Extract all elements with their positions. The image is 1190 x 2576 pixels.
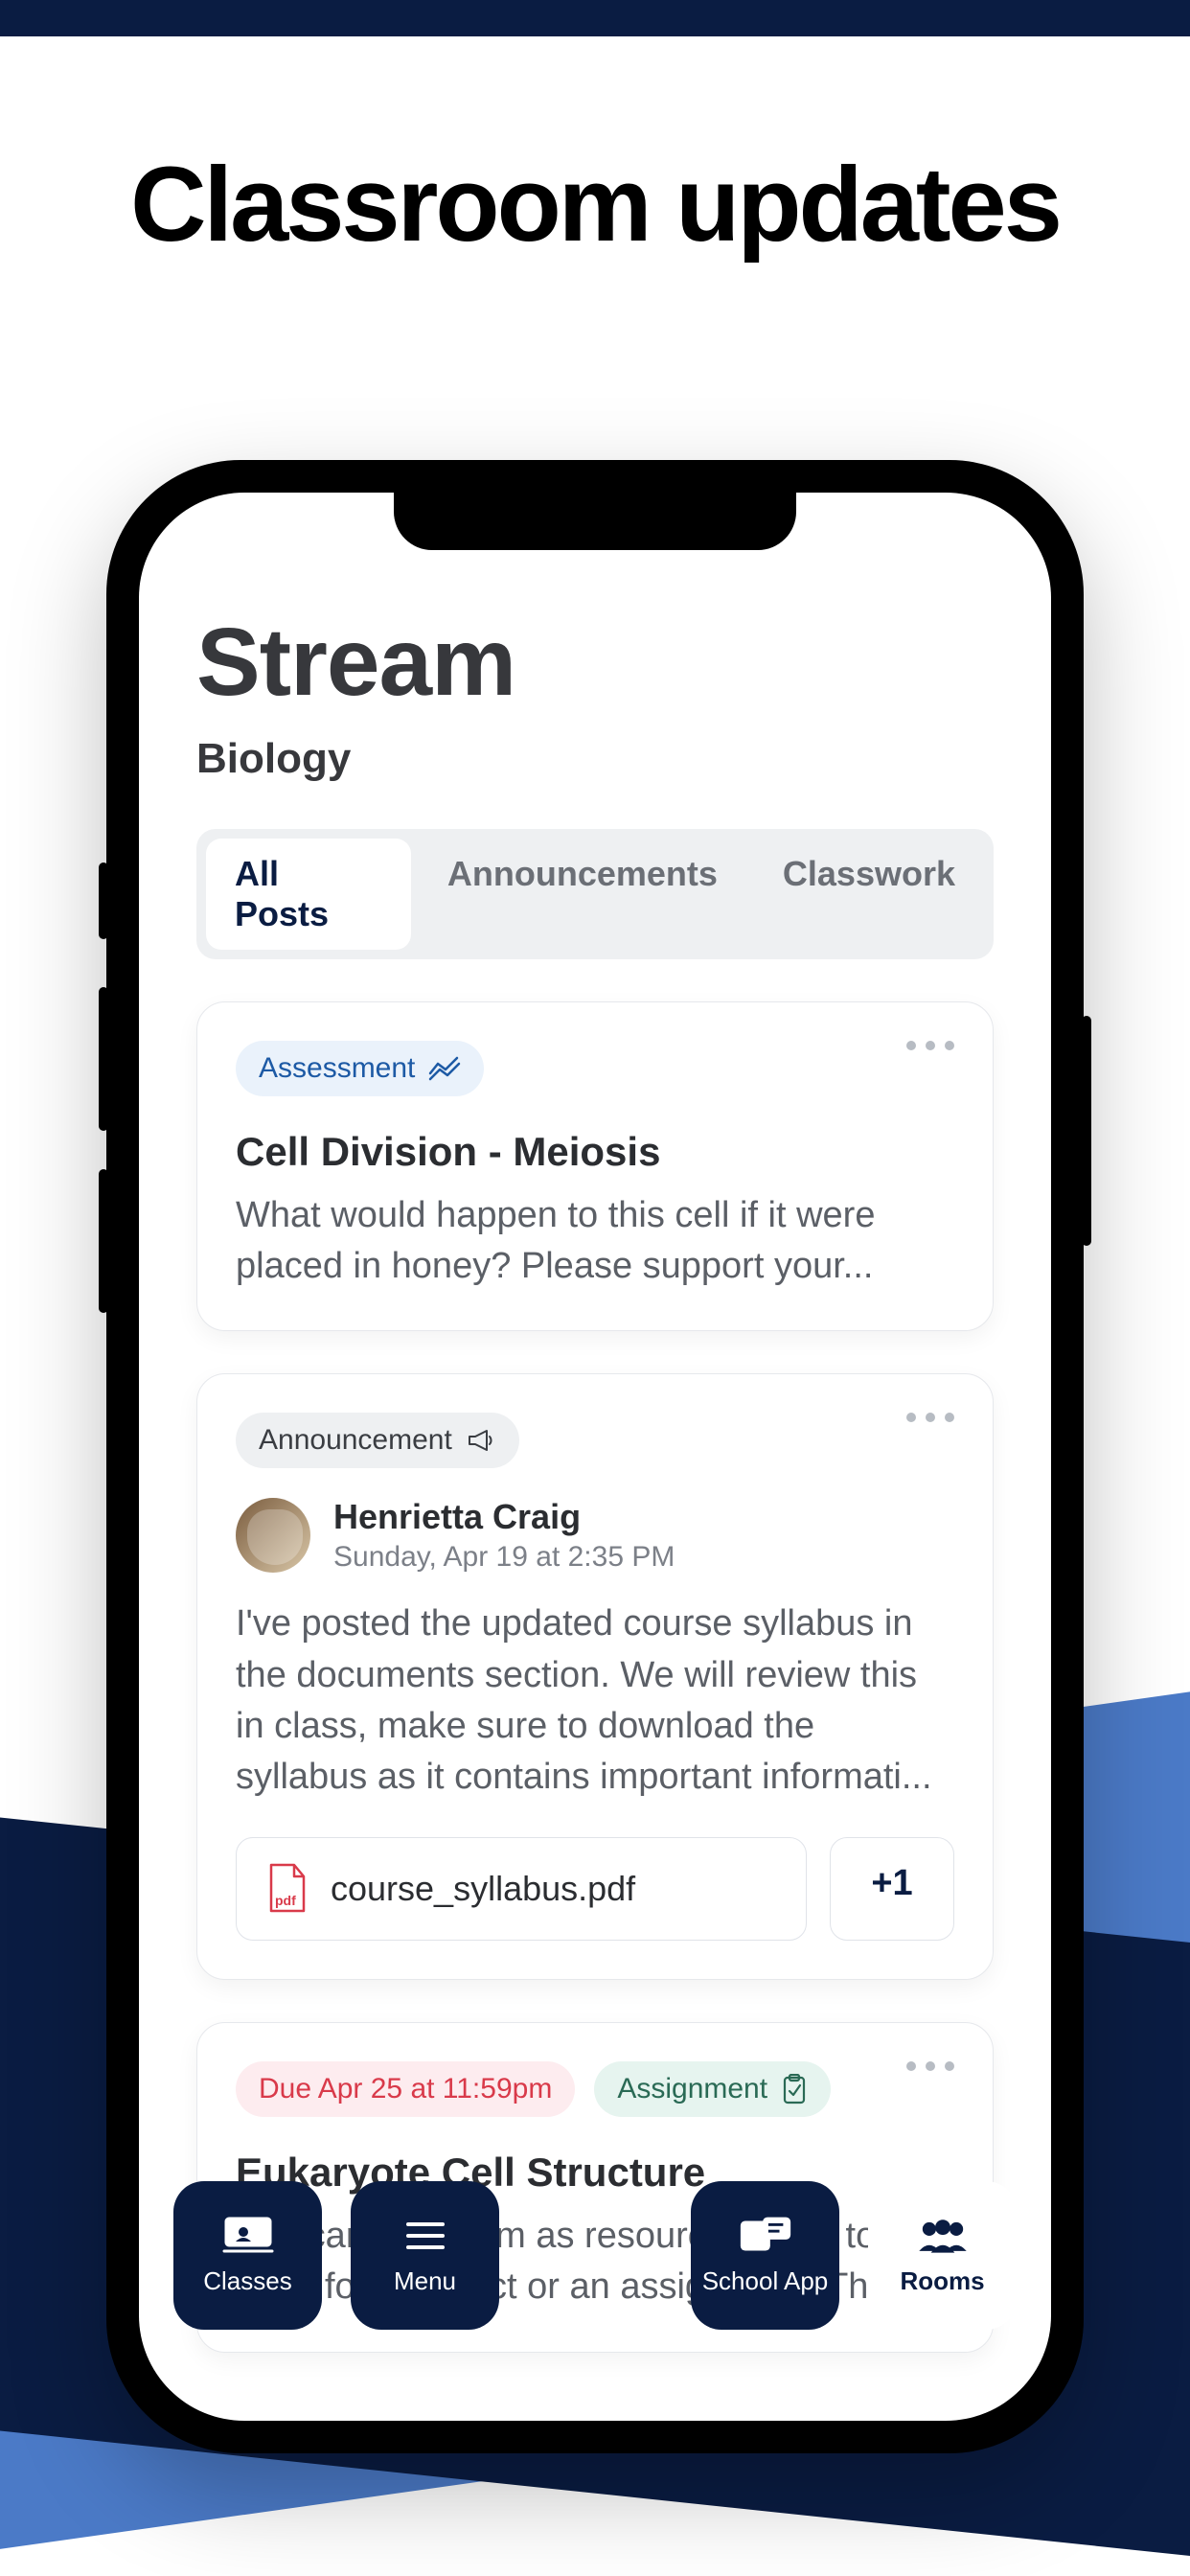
post-more-button[interactable]: [906, 2061, 954, 2071]
promo-top-bar: [0, 0, 1190, 36]
post-body: What would happen to this cell if it wer…: [236, 1190, 954, 1292]
nav-label: Menu: [394, 2266, 456, 2296]
megaphone-icon: [466, 1427, 496, 1454]
page-title: Stream: [196, 608, 994, 718]
classes-icon: [219, 2215, 277, 2257]
author-name: Henrietta Craig: [333, 1497, 675, 1537]
attachment-filename: course_syllabus.pdf: [331, 1869, 635, 1909]
pdf-file-icon: pdf: [265, 1863, 308, 1915]
post-date: Sunday, Apr 19 at 2:35 PM: [333, 1541, 675, 1574]
tab-all-posts[interactable]: All Posts: [206, 839, 411, 950]
tag-announcement: Announcement: [236, 1413, 519, 1468]
school-app-icon: [737, 2215, 794, 2257]
phone-frame: Stream Biology All Posts Announcements C…: [106, 460, 1084, 2453]
due-date-badge: Due Apr 25 at 11:59pm: [236, 2061, 575, 2117]
phone-side-button: [1082, 1016, 1091, 1246]
tag-label: Assessment: [259, 1052, 415, 1085]
post-card-assessment[interactable]: Assessment Cell Division - Meiosis What …: [196, 1001, 994, 1331]
svg-text:pdf: pdf: [275, 1893, 296, 1908]
attachment-file[interactable]: pdf course_syllabus.pdf: [236, 1837, 807, 1941]
phone-side-button: [99, 987, 108, 1131]
tag-assessment: Assessment: [236, 1041, 484, 1096]
screen-content: Stream Biology All Posts Announcements C…: [139, 493, 1051, 2353]
menu-icon: [397, 2215, 454, 2257]
post-more-button[interactable]: [906, 1413, 954, 1422]
post-body: I've posted the updated course syllabus …: [236, 1598, 954, 1803]
phone-side-button: [99, 1169, 108, 1313]
due-date-label: Due Apr 25 at 11:59pm: [259, 2073, 552, 2105]
nav-rooms[interactable]: Rooms: [868, 2181, 1017, 2330]
nav-label: Classes: [203, 2266, 291, 2296]
post-title: Cell Division - Meiosis: [236, 1129, 954, 1175]
attachment-more-button[interactable]: +1: [830, 1837, 954, 1941]
phone-notch: [394, 493, 796, 550]
nav-school-app[interactable]: School App: [691, 2181, 839, 2330]
nav-label: Rooms: [900, 2266, 984, 2296]
tag-label: Assignment: [617, 2073, 767, 2105]
post-card-announcement[interactable]: Announcement Henrietta Craig Sunday, Apr…: [196, 1373, 994, 1980]
tag-assignment: Assignment: [594, 2061, 831, 2117]
phone-side-button: [99, 862, 108, 939]
phone-screen: Stream Biology All Posts Announcements C…: [139, 493, 1051, 2421]
nav-menu[interactable]: Menu: [351, 2181, 499, 2330]
bottom-nav: Classes Menu: [139, 2172, 1051, 2421]
post-author-row: Henrietta Craig Sunday, Apr 19 at 2:35 P…: [236, 1497, 954, 1574]
nav-label: School App: [702, 2266, 829, 2296]
course-subtitle: Biology: [196, 735, 994, 783]
author-avatar[interactable]: [236, 1498, 310, 1573]
tag-label: Announcement: [259, 1424, 452, 1457]
nav-classes[interactable]: Classes: [173, 2181, 322, 2330]
clipboard-check-icon: [781, 2074, 808, 2104]
post-more-button[interactable]: [906, 1041, 954, 1050]
tab-classwork[interactable]: Classwork: [754, 839, 984, 950]
hero-title: Classroom updates: [0, 144, 1190, 265]
attachment-row: pdf course_syllabus.pdf +1: [236, 1837, 954, 1941]
rooms-people-icon: [914, 2215, 972, 2257]
stream-tabs: All Posts Announcements Classwork: [196, 829, 994, 959]
assessment-chart-icon: [428, 1056, 461, 1081]
tab-announcements[interactable]: Announcements: [419, 839, 746, 950]
